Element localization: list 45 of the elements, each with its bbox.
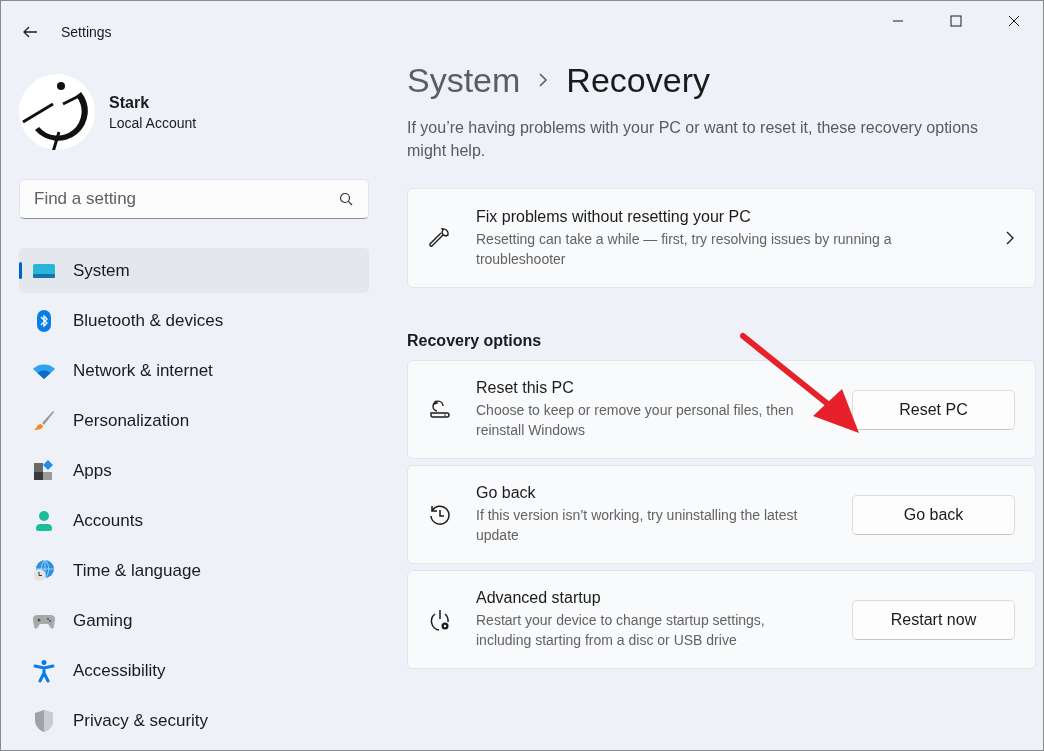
sidebar-item[interactable]: Network & internet xyxy=(19,348,369,393)
page-title: Recovery xyxy=(566,60,710,100)
maximize-icon xyxy=(950,15,962,27)
power-gear-icon xyxy=(428,607,452,632)
sidebar-item[interactable]: Accounts xyxy=(19,498,369,543)
troubleshoot-card[interactable]: Fix problems without resetting your PC Resetting can take a while — first, try resolving issues by running a troubleshooter xyxy=(407,188,1036,288)
sidebar-item[interactable]: Time & language xyxy=(19,548,369,593)
sidebar-item[interactable]: Accessibility xyxy=(19,648,369,693)
accessibility-icon xyxy=(32,658,56,683)
action-button[interactable]: Reset PC xyxy=(852,389,1015,430)
apps-icon xyxy=(32,458,56,483)
card-title: Advanced startup xyxy=(476,589,602,607)
action-button[interactable]: Restart now xyxy=(852,599,1015,640)
card-title: Fix problems without resetting your PC xyxy=(476,207,752,226)
search-field[interactable]: Find a setting xyxy=(19,179,369,219)
selection-indicator xyxy=(19,262,22,279)
card-description: If this version isn’t working, try uninstalling the latest update xyxy=(476,506,799,545)
sidebar-item[interactable]: System xyxy=(19,248,369,293)
account-name: Stark xyxy=(109,93,151,112)
section-heading: Recovery options xyxy=(407,332,543,350)
chevron-right-icon xyxy=(1005,230,1015,246)
sidebar-item[interactable]: Gaming xyxy=(19,598,369,643)
breadcrumb-link[interactable]: System xyxy=(407,60,521,100)
card-description: Resetting can take a while — first, try resolving issues by running a troubleshooter xyxy=(476,229,893,269)
sidebar-item[interactable]: Bluetooth & devices xyxy=(19,298,369,343)
paintbrush-icon xyxy=(32,408,56,433)
action-button[interactable]: Go back xyxy=(852,494,1015,535)
shield-icon xyxy=(32,708,56,733)
wrench-icon xyxy=(428,226,452,250)
window-title: Settings xyxy=(61,24,112,40)
sidebar-item[interactable]: Personalization xyxy=(19,398,369,443)
close-icon xyxy=(1008,15,1020,27)
history-icon xyxy=(428,502,452,527)
search-icon xyxy=(339,192,353,206)
back-arrow-icon xyxy=(22,24,38,40)
globe-clock-icon xyxy=(32,558,56,583)
card-title: Reset this PC xyxy=(476,379,575,397)
card-title: Go back xyxy=(476,484,537,502)
card-description: Choose to keep or remove your personal files, then reinstall Windows xyxy=(476,401,795,440)
account-type: Local Account xyxy=(109,114,197,131)
page-description: If you’re having problems with your PC or want to reset it, these recovery options might help. xyxy=(407,118,979,161)
chevron-right-icon xyxy=(538,72,549,88)
sidebar-item[interactable]: Privacy & security xyxy=(19,698,369,743)
sidebar-item[interactable]: Apps xyxy=(19,448,369,493)
card-description: Restart your device to change startup settings, including starting from a disc or USB drive xyxy=(476,611,766,650)
